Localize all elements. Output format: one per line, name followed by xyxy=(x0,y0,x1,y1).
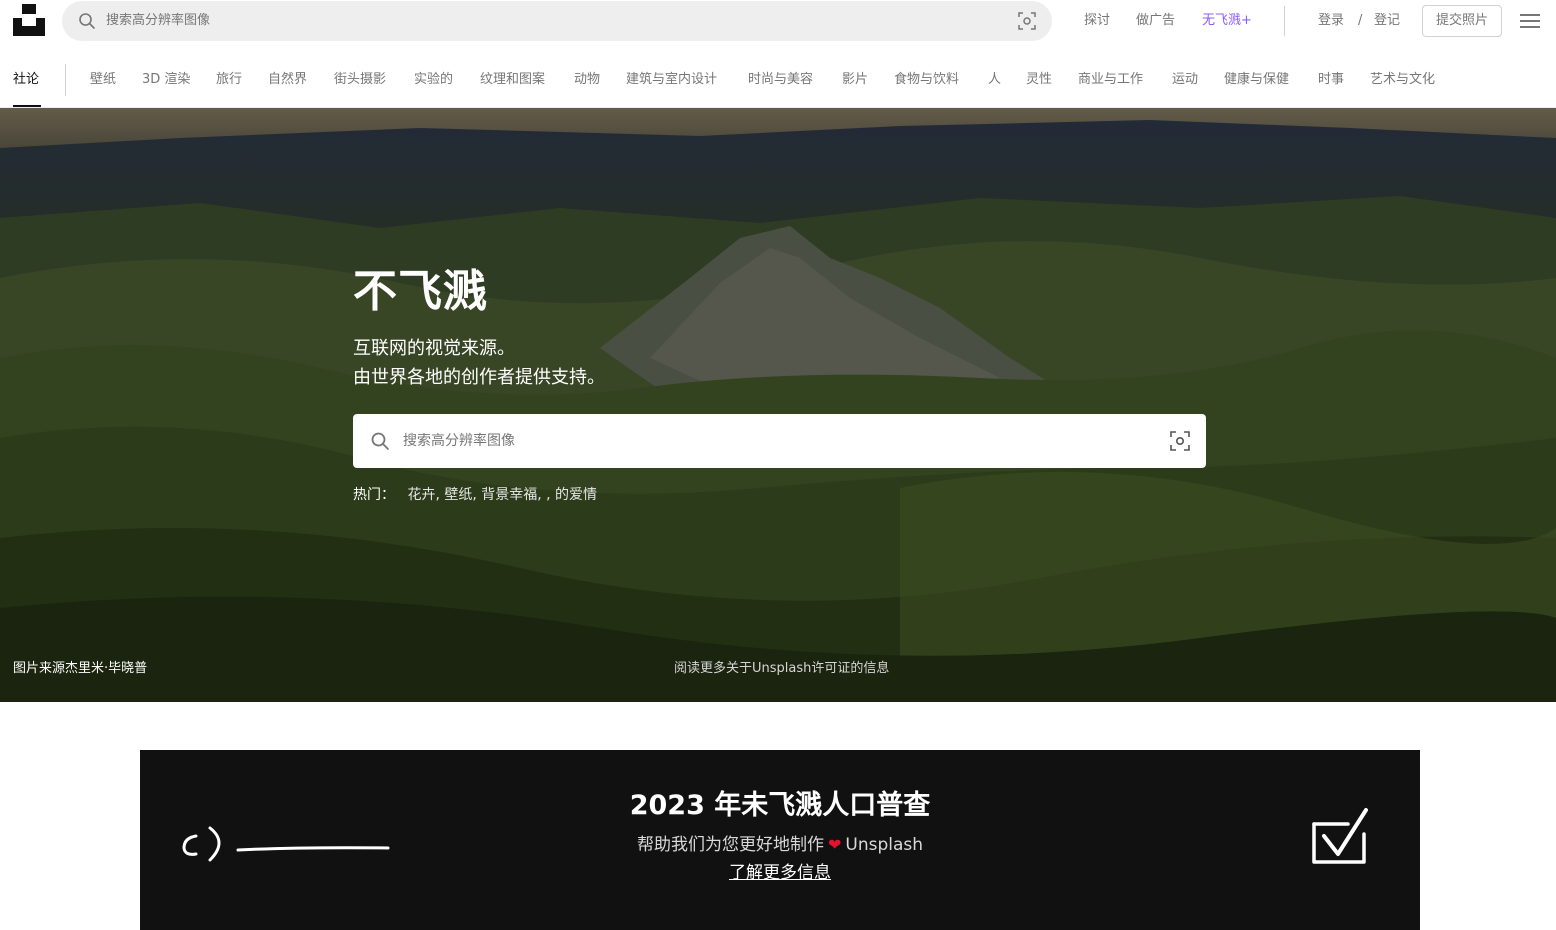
topic-tab[interactable]: 时事 xyxy=(1318,60,1344,100)
banner-brand-text: Unsplash xyxy=(845,835,924,855)
hero-search-bar[interactable]: 搜索高分辨率图像 xyxy=(353,414,1206,468)
learn-more-link-wrap: 了解更多信息 xyxy=(140,860,1420,886)
visual-search-icon[interactable] xyxy=(1170,431,1190,451)
signup-link[interactable]: 登记 xyxy=(1374,0,1400,41)
banner-subtitle-text: 帮助我们为您更好地制作 xyxy=(636,835,824,855)
trending-searches: 热门： 花卉, 壁纸, 背景幸福, , 的爱情 xyxy=(353,484,597,506)
hero-subtitle: 互联网的视觉来源。 由世界各地的创作者提供支持。 xyxy=(353,334,605,392)
topic-tab[interactable]: 健康与保健 xyxy=(1224,60,1289,100)
trending-label: 热门： xyxy=(353,487,395,503)
topic-tab[interactable]: 街头摄影 xyxy=(334,60,386,100)
topic-tab[interactable]: 艺术与文化 xyxy=(1370,60,1435,100)
header-divider xyxy=(1284,6,1285,36)
hero-subtitle-line-2: 由世界各地的创作者提供支持。 xyxy=(353,367,605,388)
topic-tab[interactable]: 壁纸 xyxy=(90,60,116,100)
hero-subtitle-line-1: 互联网的视觉来源。 xyxy=(353,338,515,359)
topic-tab[interactable]: 影片 xyxy=(842,60,868,100)
topic-tab[interactable]: 时尚与美容 xyxy=(748,60,813,100)
topic-tab[interactable]: 建筑与室内设计 xyxy=(626,60,717,100)
photo-credit-link[interactable]: 图片来源杰里米·毕晓普 xyxy=(13,658,147,680)
search-icon[interactable] xyxy=(370,431,390,451)
visual-search-icon[interactable] xyxy=(1018,12,1036,30)
unsplash-logo-icon[interactable] xyxy=(13,4,45,36)
login-link[interactable]: 登录 xyxy=(1318,0,1344,41)
search-icon[interactable] xyxy=(78,12,96,30)
topic-tab[interactable]: 纹理和图案 xyxy=(480,60,545,100)
license-info-link[interactable]: 阅读更多关于Unsplash许可证的信息 xyxy=(674,658,889,680)
nav-explore-link[interactable]: 探讨 xyxy=(1084,0,1110,41)
hero-title: 不飞溅 xyxy=(353,266,488,317)
census-banner: 2023 年未飞溅人口普查 帮助我们为您更好地制作 ❤ Unsplash 了解更多信… xyxy=(140,750,1420,930)
topic-tab[interactable]: 自然界 xyxy=(268,60,307,100)
heart-icon: ❤ xyxy=(827,835,842,854)
topic-tab[interactable]: 实验的 xyxy=(414,60,453,100)
topic-tab[interactable]: 商业与工作 xyxy=(1078,60,1143,100)
topic-tab[interactable]: 灵性 xyxy=(1026,60,1052,100)
login-signup-separator: / xyxy=(1358,13,1363,28)
submit-photo-button[interactable]: 提交照片 xyxy=(1422,5,1502,37)
hamburger-menu-icon[interactable] xyxy=(1519,12,1541,30)
topic-tab[interactable]: 3D 渲染 xyxy=(142,60,190,100)
active-topic-indicator xyxy=(13,105,41,107)
topic-tab[interactable]: 食物与饮料 xyxy=(894,60,959,100)
header-search-input[interactable]: 搜索高分辨率图像 xyxy=(106,1,210,41)
top-header: 搜索高分辨率图像 探讨 做广告 无飞溅+ 登录 / 登记 提交照片 xyxy=(0,0,1556,41)
nav-plus-link[interactable]: 无飞溅+ xyxy=(1202,0,1252,41)
banner-subtitle: 帮助我们为您更好地制作 ❤ Unsplash xyxy=(140,832,1420,858)
header-search-bar[interactable]: 搜索高分辨率图像 xyxy=(62,1,1052,41)
trending-links[interactable]: 花卉, 壁纸, 背景幸福, , 的爱情 xyxy=(407,487,597,503)
hero-section: 不飞溅 互联网的视觉来源。 由世界各地的创作者提供支持。 搜索高分辨率图像 热门… xyxy=(0,108,1556,702)
topic-tab[interactable]: 动物 xyxy=(574,60,600,100)
learn-more-link[interactable]: 了解更多信息 xyxy=(729,863,831,883)
topic-tab[interactable]: 旅行 xyxy=(216,60,242,100)
banner-title: 2023 年未飞溅人口普查 xyxy=(629,790,931,821)
hero-overlay xyxy=(0,108,1556,702)
topic-divider xyxy=(65,64,66,96)
topic-tab-editorial[interactable]: 社论 xyxy=(13,60,39,100)
topic-tab[interactable]: 人 xyxy=(988,60,1001,100)
checkbox-check-icon xyxy=(1312,808,1368,864)
topic-tab[interactable]: 运动 xyxy=(1172,60,1198,100)
nav-advertise-link[interactable]: 做广告 xyxy=(1136,0,1175,41)
hero-search-input[interactable]: 搜索高分辨率图像 xyxy=(403,414,515,468)
topic-nav-bar: 社论 壁纸 3D 渲染 旅行 自然界 街头摄影 实验的 纹理和图案 动物 建筑与… xyxy=(0,60,1556,108)
